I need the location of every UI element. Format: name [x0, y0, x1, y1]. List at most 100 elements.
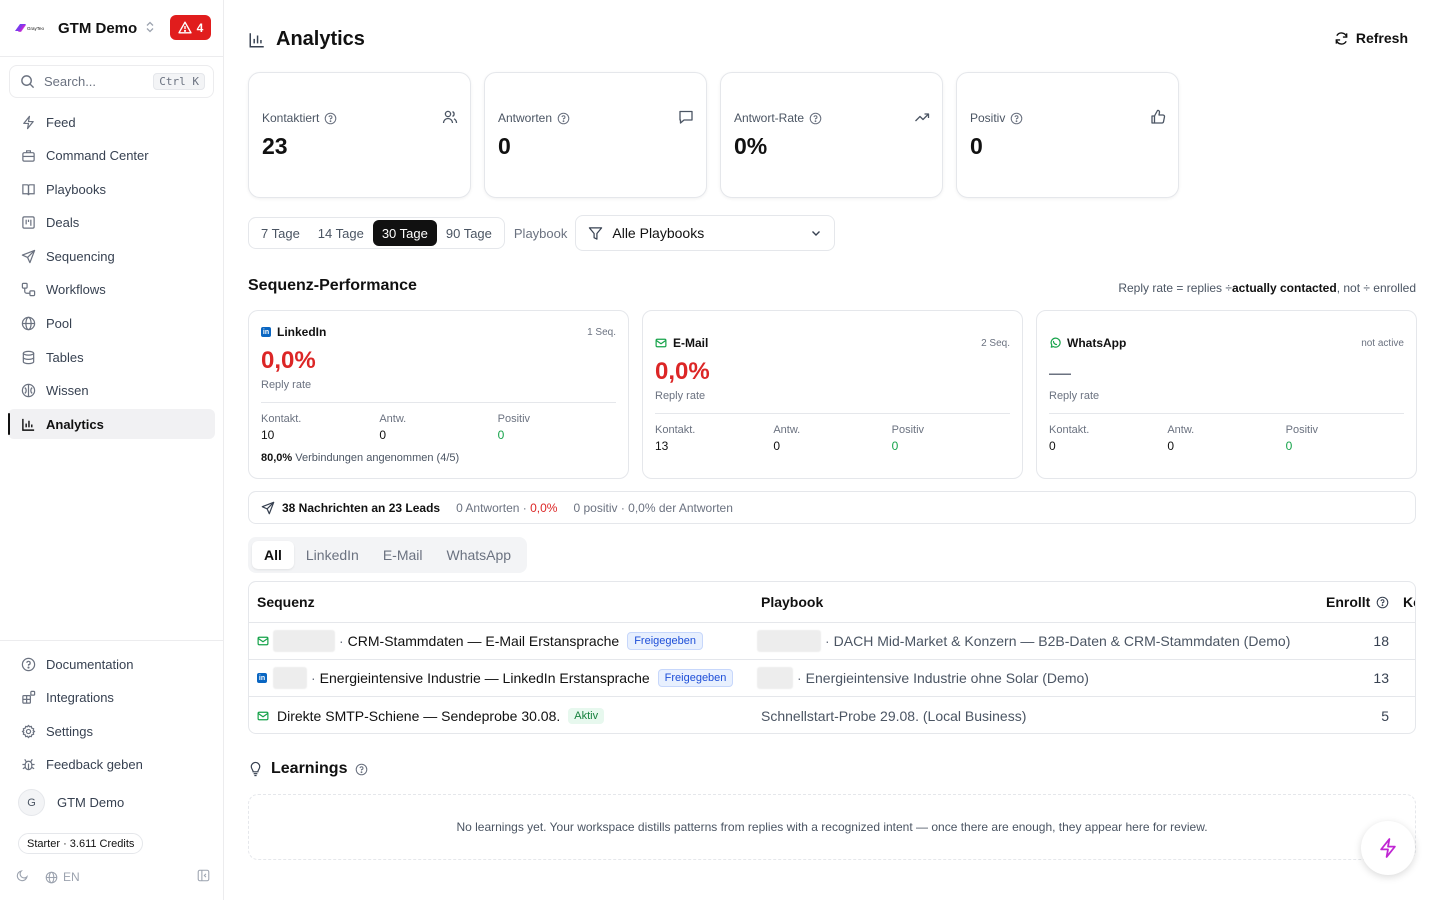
- kpi-card-replies: Antworten 0: [484, 72, 707, 198]
- page-header: Analytics: [248, 28, 365, 51]
- tab-email[interactable]: E-Mail: [371, 541, 435, 569]
- card-divider: [1049, 413, 1404, 414]
- sidebar-item-integrations[interactable]: Integrations: [8, 683, 215, 713]
- sidebar-item-sequencing[interactable]: Sequencing: [8, 241, 215, 271]
- send-icon: [20, 248, 36, 264]
- table-row[interactable]: · CRM-Stammdaten — E-Mail Erstansprache …: [249, 623, 1415, 660]
- column-header-sequence[interactable]: Sequenz: [257, 594, 315, 610]
- redacted-text: [757, 667, 793, 689]
- reply-rate-note: Reply rate = replies ÷actually contacted…: [1118, 281, 1416, 295]
- tab-linkedin[interactable]: LinkedIn: [294, 541, 371, 569]
- sidebar-item-deals[interactable]: Deals: [8, 208, 215, 238]
- sidebar-item-documentation[interactable]: Documentation: [8, 649, 215, 679]
- sidebar-item-label: Settings: [46, 723, 93, 739]
- bar-chart-icon: [20, 416, 36, 432]
- info-icon[interactable]: [324, 112, 337, 125]
- channel-card-email[interactable]: E-Mail 2 Seq. 0,0% Reply rate Kontakt. 13…: [642, 310, 1023, 479]
- secondary-nav: Documentation Integrations Settings Feed…: [8, 649, 215, 783]
- sidebar-divider: [0, 56, 223, 57]
- separator: ·: [825, 633, 830, 649]
- sidebar-item-label: Pool: [46, 316, 73, 332]
- reply-rate-label: Reply rate: [655, 390, 706, 402]
- avatar: G: [18, 789, 45, 816]
- main-nav: Feed Command Center Playbooks Deals Sequ…: [8, 107, 215, 443]
- redacted-text: [273, 667, 307, 689]
- channel-card-linkedin[interactable]: in LinkedIn 1 Seq. 0,0% Reply rate Konta…: [248, 310, 629, 479]
- column-header-playbook[interactable]: Playbook: [761, 594, 823, 610]
- message-icon: [678, 109, 694, 128]
- workspace-switcher[interactable]: GrayTeo GTM Demo: [14, 14, 155, 42]
- sidebar-item-tables[interactable]: Tables: [8, 342, 215, 372]
- reply-rate-label: Reply rate: [1049, 390, 1100, 402]
- kpi-card-contacted: Kontaktiert 23: [248, 72, 471, 198]
- sidebar-item-pool[interactable]: Pool: [8, 309, 215, 339]
- date-range-toggle: 7 Tage 14 Tage 30 Tage 90 Tage: [248, 217, 505, 249]
- language-switcher[interactable]: EN: [45, 870, 80, 884]
- whatsapp-icon: [1050, 337, 1061, 348]
- range-14-days[interactable]: 14 Tage: [309, 220, 373, 246]
- sequence-count: 1 Seq.: [587, 326, 616, 338]
- info-icon[interactable]: [355, 763, 368, 776]
- collapse-sidebar-button[interactable]: [197, 869, 210, 885]
- kpi-card-positive: Positiv 0: [956, 72, 1179, 198]
- sidebar-item-label: Playbooks: [46, 181, 106, 197]
- blocks-icon: [20, 690, 36, 706]
- linkedin-icon: in: [257, 673, 267, 683]
- sequence-name: Direkte SMTP-Schiene — Sendeprobe 30.08.: [277, 707, 561, 724]
- range-7-days[interactable]: 7 Tage: [252, 220, 309, 246]
- column-header-contacted[interactable]: Ko: [1403, 594, 1415, 610]
- assistant-button[interactable]: [1361, 821, 1415, 875]
- range-30-days[interactable]: 30 Tage: [372, 220, 437, 246]
- sidebar-item-command-center[interactable]: Command Center: [8, 141, 215, 171]
- info-icon[interactable]: [809, 112, 822, 125]
- sidebar-item-analytics[interactable]: Analytics: [8, 409, 215, 440]
- stat-contacted: 13: [655, 439, 669, 453]
- playbook-select[interactable]: Alle Playbooks: [575, 215, 836, 251]
- info-icon[interactable]: [557, 112, 570, 125]
- table-row[interactable]: in · Energieintensive Industrie — Linked…: [249, 660, 1415, 697]
- summary-answers-rate: 0,0%: [530, 500, 558, 515]
- sidebar-item-label: Workflows: [46, 282, 106, 298]
- alerts-badge[interactable]: 4: [170, 15, 211, 40]
- tab-all[interactable]: All: [252, 541, 294, 569]
- playbook-name: Energieintensive Industrie ohne Solar (D…: [805, 670, 1089, 686]
- sidebar-item-wissen[interactable]: Wissen: [8, 376, 215, 406]
- kanban-icon: [20, 215, 36, 231]
- book-icon: [20, 181, 36, 197]
- database-icon: [20, 349, 36, 365]
- briefcase-icon: [20, 148, 36, 164]
- plan-badge[interactable]: Starter · 3.611 Credits: [18, 833, 144, 854]
- mail-icon: [257, 711, 269, 720]
- sidebar-item-feed[interactable]: Feed: [8, 107, 215, 137]
- tab-whatsapp[interactable]: WhatsApp: [435, 541, 524, 569]
- kpi-value: 0: [498, 133, 511, 159]
- enrolled-label: Enrollt: [1326, 594, 1371, 610]
- info-icon[interactable]: [1010, 112, 1023, 125]
- learnings-empty-state: No learnings yet. Your workspace distill…: [248, 794, 1416, 860]
- sidebar-item-settings[interactable]: Settings: [8, 716, 215, 746]
- channel-card-whatsapp[interactable]: WhatsApp not active — Reply rate Kontakt…: [1036, 310, 1417, 479]
- note-prefix: Reply rate = replies ÷: [1118, 281, 1232, 295]
- sidebar-item-label: Sequencing: [46, 248, 115, 264]
- search-input[interactable]: Search... Ctrl K: [9, 65, 214, 98]
- panel-left-icon: [197, 869, 210, 882]
- column-header-enrolled[interactable]: Enrollt: [1326, 594, 1389, 610]
- status-badge: Freigegeben: [657, 669, 734, 687]
- info-icon: [1377, 596, 1389, 608]
- stat-positive: 0: [497, 428, 505, 442]
- table-row[interactable]: Direkte SMTP-Schiene — Sendeprobe 30.08.…: [249, 697, 1415, 733]
- bolt-icon: [20, 114, 36, 130]
- sidebar-item-workflows[interactable]: Workflows: [8, 275, 215, 305]
- alerts-count: 4: [196, 20, 204, 35]
- sidebar-item-feedback[interactable]: Feedback geben: [8, 750, 215, 780]
- enrolled-count: 18: [1373, 633, 1389, 649]
- refresh-button[interactable]: Refresh: [1334, 30, 1408, 46]
- trending-up-icon: [914, 109, 930, 128]
- theme-toggle[interactable]: [16, 869, 29, 885]
- range-90-days[interactable]: 90 Tage: [437, 220, 501, 246]
- sidebar-item-playbooks[interactable]: Playbooks: [8, 174, 215, 204]
- kpi-label: Positiv: [970, 111, 1006, 125]
- sequence-name: CRM-Stammdaten — E-Mail Erstansprache: [347, 633, 620, 649]
- user-menu[interactable]: G GTM Demo: [18, 789, 124, 816]
- redacted-text: [273, 630, 335, 652]
